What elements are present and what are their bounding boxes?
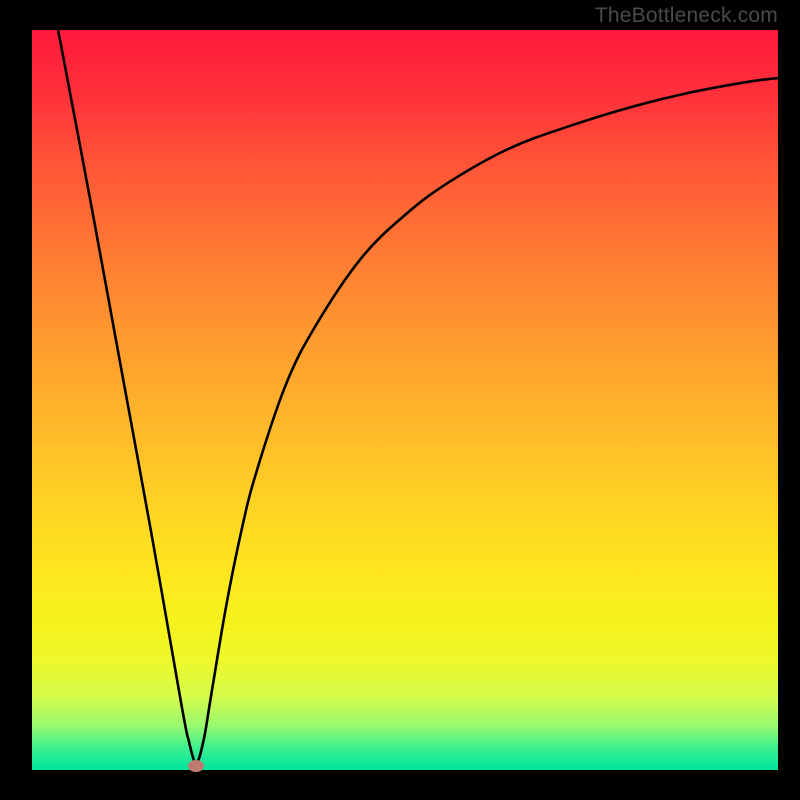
bottleneck-curve (32, 30, 778, 770)
optimal-point-marker (188, 760, 204, 772)
watermark-text: TheBottleneck.com (595, 4, 778, 28)
